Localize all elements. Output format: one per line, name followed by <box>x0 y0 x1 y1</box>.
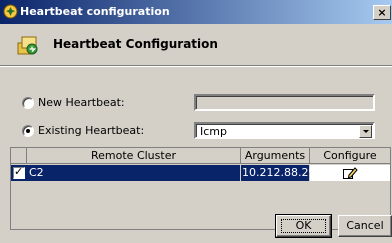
column-header-check <box>11 148 27 164</box>
heartbeat-config-icon <box>16 34 40 56</box>
chevron-down-icon[interactable] <box>359 125 372 138</box>
column-header-arguments[interactable]: Arguments <box>241 148 310 164</box>
remote-cluster-cell[interactable]: C2 <box>29 165 44 181</box>
column-header-configure[interactable]: Configure <box>310 148 390 164</box>
new-heartbeat-field <box>194 94 375 111</box>
focus-rectangle <box>281 219 326 233</box>
table-row[interactable] <box>11 165 240 181</box>
new-heartbeat-radio[interactable] <box>22 97 34 109</box>
header-divider <box>0 65 392 67</box>
configure-cell[interactable] <box>310 165 390 181</box>
ok-button[interactable]: OK <box>275 214 332 238</box>
cancel-button-label: Cancel <box>346 219 384 232</box>
arguments-cell[interactable]: 10.212.88.29 <box>241 165 315 181</box>
existing-heartbeat-select[interactable]: Icmp <box>194 122 375 139</box>
close-icon: × <box>377 6 387 19</box>
column-header-remote-cluster[interactable]: Remote Cluster <box>27 148 241 164</box>
existing-heartbeat-label: Existing Heartbeat: <box>38 124 145 137</box>
existing-heartbeat-radio[interactable] <box>22 125 34 137</box>
title-bar[interactable]: Heartbeat configuration × <box>0 0 392 24</box>
new-heartbeat-label: New Heartbeat: <box>38 96 125 109</box>
close-button[interactable]: × <box>373 5 391 20</box>
edit-pencil-icon[interactable] <box>342 166 358 180</box>
row-checkbox[interactable]: ✓ <box>13 165 25 179</box>
select-value: Icmp <box>200 125 227 138</box>
cancel-button[interactable]: Cancel <box>338 215 392 237</box>
dialog-heading: Heartbeat Configuration <box>53 37 218 51</box>
window-title: Heartbeat configuration <box>20 5 170 18</box>
radio-selected-dot <box>26 129 30 133</box>
heartbeat-table[interactable]: Remote Cluster Arguments Configure ✓ C2 … <box>10 147 391 230</box>
check-icon: ✓ <box>14 165 24 178</box>
app-icon <box>3 4 18 19</box>
